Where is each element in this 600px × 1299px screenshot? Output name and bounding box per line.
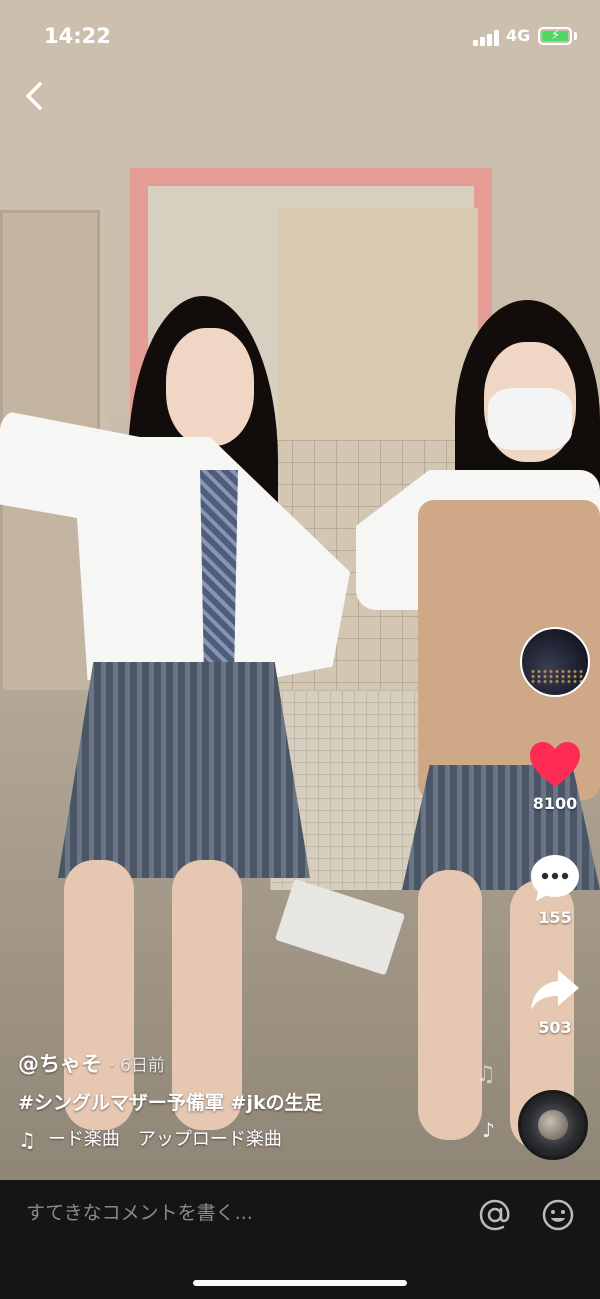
music-note-icon: ♫: [18, 1128, 36, 1152]
comment-button[interactable]: 155: [520, 852, 590, 927]
comment-bubble-icon: [531, 855, 579, 901]
like-count: 8100: [532, 794, 578, 813]
music-disc-button[interactable]: [518, 1090, 588, 1160]
hashtags[interactable]: #シングルマザー予備軍 #jkの生足: [18, 1090, 498, 1116]
heart-icon: [530, 742, 580, 787]
share-button[interactable]: 503: [520, 966, 590, 1037]
share-arrow-icon: [531, 970, 579, 1010]
post-time: · 6日前: [109, 1056, 165, 1076]
video-caption: @ちゃそ · 6日前 #シングルマザー予備軍 #jkの生足 ♫ ード楽曲 アップ…: [18, 1050, 498, 1152]
comment-input[interactable]: すてきなコメントを書く...: [26, 1198, 253, 1225]
status-time: 14:22: [44, 24, 111, 48]
emoji-icon[interactable]: [541, 1198, 575, 1232]
battery-tip: [574, 32, 577, 40]
battery-icon: ⚡: [538, 27, 572, 45]
share-count: 503: [538, 1018, 572, 1037]
network-type: 4G: [506, 26, 531, 45]
signal-icon: [473, 30, 501, 46]
video-player[interactable]: [0, 0, 600, 1180]
back-button[interactable]: [18, 78, 54, 114]
status-bar: 14:22 4G ⚡: [0, 0, 600, 70]
music-title: ード楽曲 アップロード楽曲: [47, 1129, 282, 1150]
chevron-left-icon: [26, 82, 42, 110]
like-button[interactable]: 8100: [520, 740, 590, 813]
background-inner-wall: [278, 208, 478, 448]
author-line: @ちゃそ · 6日前: [18, 1050, 498, 1080]
at-icon[interactable]: [478, 1198, 512, 1232]
author-name[interactable]: @ちゃそ: [18, 1052, 102, 1076]
creator-avatar[interactable]: [520, 627, 590, 697]
music-disc-icon: [538, 1110, 568, 1140]
home-indicator: [193, 1280, 407, 1286]
comment-count: 155: [538, 908, 572, 927]
music-info[interactable]: ♫ ード楽曲 アップロード楽曲: [18, 1128, 498, 1152]
